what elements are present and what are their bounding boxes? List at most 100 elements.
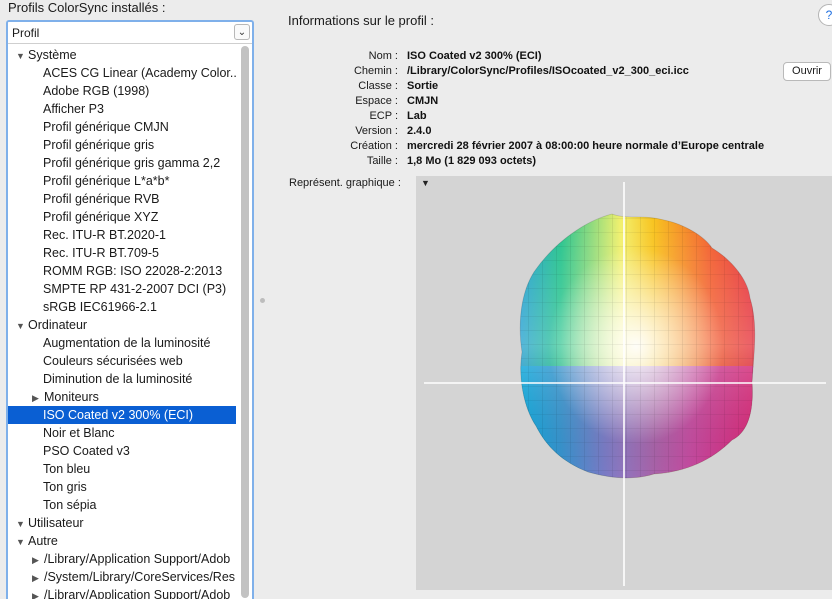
- property-value: mercredi 28 février 2007 à 08:00:00 heur…: [407, 140, 765, 152]
- disclosure-closed-icon[interactable]: ▶: [32, 569, 44, 586]
- help-button[interactable]: ?: [818, 4, 832, 26]
- property-value: CMJN: [407, 95, 439, 107]
- tree-item-label: Profil générique CMJN: [43, 120, 169, 134]
- tree-item-label: Moniteurs: [44, 390, 99, 404]
- profile-item[interactable]: Diminution de la luminosité: [8, 370, 236, 388]
- tree-item-label: SMPTE RP 431-2-2007 DCI (P3): [43, 282, 227, 296]
- gamut-graph[interactable]: ▼: [416, 176, 832, 590]
- profile-item[interactable]: Profil générique XYZ: [8, 208, 236, 226]
- disclosure-open-icon[interactable]: ▼: [16, 533, 28, 550]
- tree-item-label: Profil générique RVB: [43, 192, 160, 206]
- tree-item-label: Augmentation de la luminosité: [43, 336, 211, 350]
- open-button[interactable]: Ouvrir: [783, 62, 831, 81]
- tree-item-label: /System/Library/CoreServices/Res: [44, 570, 236, 584]
- disclosure-closed-icon[interactable]: ▶: [32, 389, 44, 406]
- profile-item[interactable]: Noir et Blanc: [8, 424, 236, 442]
- tree-item-label: Noir et Blanc: [43, 426, 115, 440]
- property-row: ECP : Lab: [300, 109, 764, 124]
- tree-item-label: ROMM RGB: ISO 22028-2:2013: [43, 264, 223, 278]
- profile-item[interactable]: sRGB IEC61966-2.1: [8, 298, 236, 316]
- profile-item[interactable]: Afficher P3: [8, 100, 236, 118]
- property-row: Nom : ISO Coated v2 300% (ECI): [300, 49, 764, 64]
- chevron-down-icon[interactable]: ⌄: [234, 24, 250, 40]
- profile-item[interactable]: Profil générique CMJN: [8, 118, 236, 136]
- tree-item-label: Diminution de la luminosité: [43, 372, 193, 386]
- gamut-plot[interactable]: [416, 176, 832, 590]
- tree-item-label: PSO Coated v3: [43, 444, 130, 458]
- profile-item[interactable]: ISO Coated v2 300% (ECI): [8, 406, 236, 424]
- profile-item[interactable]: ACES CG Linear (Academy Color...: [8, 64, 236, 82]
- property-row: Taille : 1,8 Mo (1 829 093 octets): [300, 154, 764, 169]
- disclosure-closed-icon[interactable]: ▶: [32, 551, 44, 568]
- graph-label: Représent. graphique :: [289, 177, 401, 189]
- profiles-tree: ▼ Système ACES CG Linear (Academy Color...…: [8, 44, 252, 599]
- tree-item-label: Ton bleu: [43, 462, 91, 476]
- profile-item[interactable]: Ton bleu: [8, 460, 236, 478]
- profile-info-title: Informations sur le profil :: [288, 13, 434, 28]
- tree-group[interactable]: ▼ Utilisateur: [8, 514, 236, 532]
- tree-item-label: Rec. ITU-R BT.2020-1: [43, 228, 166, 242]
- tree-item-label: Système: [28, 48, 77, 62]
- property-value: 1,8 Mo (1 829 093 octets): [407, 155, 537, 167]
- tree-item-label: ACES CG Linear (Academy Color...: [43, 66, 236, 80]
- profile-item[interactable]: SMPTE RP 431-2-2007 DCI (P3): [8, 280, 236, 298]
- tree-item-label: Utilisateur: [28, 516, 84, 530]
- disclosure-closed-icon[interactable]: ▶: [32, 587, 44, 599]
- disclosure-open-icon[interactable]: ▼: [16, 47, 28, 64]
- profile-item[interactable]: Profil générique gris: [8, 136, 236, 154]
- tree-group[interactable]: ▶ Moniteurs: [8, 388, 236, 406]
- profile-item[interactable]: Adobe RGB (1998): [8, 82, 236, 100]
- disclosure-open-icon[interactable]: ▼: [16, 515, 28, 532]
- installed-profiles-label: Profils ColorSync installés :: [8, 0, 166, 15]
- property-value: Lab: [407, 110, 427, 122]
- profile-item[interactable]: Profil générique RVB: [8, 190, 236, 208]
- tree-item-label: Ordinateur: [28, 318, 88, 332]
- vertical-scrollbar[interactable]: [241, 46, 249, 598]
- property-key: Espace :: [355, 95, 398, 107]
- tree-group[interactable]: ▼ Autre: [8, 532, 236, 550]
- tree-item-label: Ton gris: [43, 480, 87, 494]
- property-row: Espace : CMJN: [300, 94, 764, 109]
- property-value: /Library/ColorSync/Profiles/ISOcoated_v2…: [407, 65, 689, 77]
- profile-item[interactable]: Augmentation de la luminosité: [8, 334, 236, 352]
- profile-item[interactable]: Ton gris: [8, 478, 236, 496]
- tree-group[interactable]: ▶/System/Library/CoreServices/Res: [8, 568, 236, 586]
- tree-group[interactable]: ▶/Library/Application Support/Adob: [8, 550, 236, 568]
- tree-item-label: Couleurs sécurisées web: [43, 354, 183, 368]
- tree-group[interactable]: ▼ Système: [8, 46, 236, 64]
- profile-item[interactable]: Couleurs sécurisées web: [8, 352, 236, 370]
- sort-select[interactable]: Profil ⌄: [8, 22, 252, 44]
- property-value: Sortie: [407, 80, 439, 92]
- profiles-list-panel[interactable]: Profil ⌄ ▼ Système ACES CG Linear (Academy…: [6, 20, 254, 599]
- disclosure-open-icon[interactable]: ▼: [16, 317, 28, 334]
- property-key: Création :: [350, 140, 398, 152]
- profile-item[interactable]: PSO Coated v3: [8, 442, 236, 460]
- tree-item-label: /Library/Application Support/Adob: [44, 588, 231, 599]
- profile-item[interactable]: ROMM RGB: ISO 22028-2:2013: [8, 262, 236, 280]
- splitter-handle[interactable]: [260, 298, 265, 303]
- profile-item[interactable]: Rec. ITU-R BT.2020-1: [8, 226, 236, 244]
- tree-item-label: Afficher P3: [43, 102, 104, 116]
- tree-item-label: sRGB IEC61966-2.1: [43, 300, 157, 314]
- tree-item-label: Adobe RGB (1998): [43, 84, 150, 98]
- tree-item-label: Profil générique L*a*b*: [43, 174, 170, 188]
- graph-menu-icon[interactable]: ▼: [421, 178, 430, 188]
- tree-group[interactable]: ▼ Ordinateur: [8, 316, 236, 334]
- tree-item-label: Profil générique XYZ: [43, 210, 159, 224]
- profile-item[interactable]: Rec. ITU-R BT.709-5: [8, 244, 236, 262]
- property-key: Classe :: [358, 80, 398, 92]
- gamut-solid: [520, 214, 755, 478]
- profile-item[interactable]: Ton sépia: [8, 496, 236, 514]
- tree-item-label: /Library/Application Support/Adob: [44, 552, 231, 566]
- property-row: Chemin : /Library/ColorSync/Profiles/ISOc…: [300, 64, 764, 79]
- profile-item[interactable]: Profil générique L*a*b*: [8, 172, 236, 190]
- property-key: Taille :: [366, 155, 398, 167]
- tree-item-label: Profil générique gris: [43, 138, 155, 152]
- sort-select-value: Profil: [12, 25, 40, 40]
- property-value: 2.4.0: [407, 125, 432, 137]
- profile-item[interactable]: Profil générique gris gamma 2,2: [8, 154, 236, 172]
- property-key: Nom :: [368, 50, 398, 62]
- profile-properties: Nom : ISO Coated v2 300% (ECI) Chemin : /Li…: [300, 49, 764, 169]
- tree-item-label: ISO Coated v2 300% (ECI): [43, 408, 194, 422]
- tree-group[interactable]: ▶/Library/Application Support/Adob: [8, 586, 236, 599]
